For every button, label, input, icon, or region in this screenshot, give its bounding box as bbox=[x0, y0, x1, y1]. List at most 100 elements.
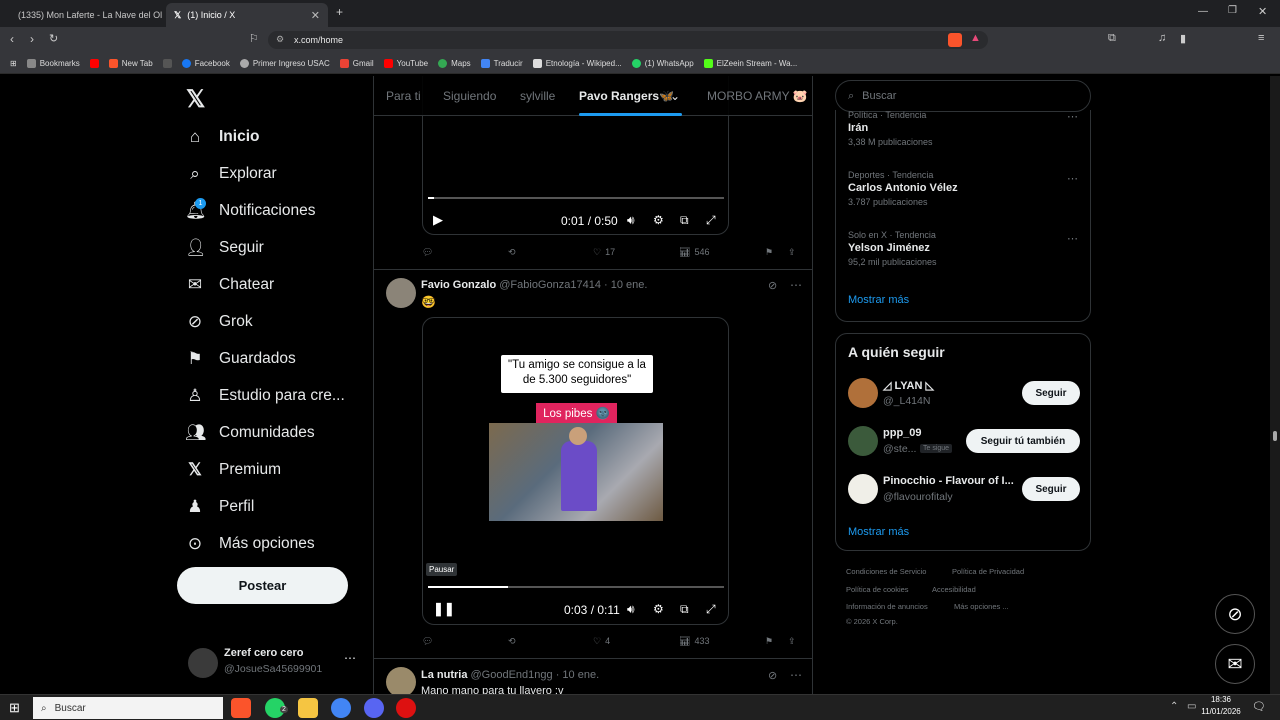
clock-date[interactable]: 11/01/2026 bbox=[1197, 707, 1245, 716]
grok-icon[interactable]: ⊘ bbox=[768, 669, 777, 682]
footer-link[interactable]: Accesibilidad bbox=[932, 585, 976, 594]
close-tab-icon[interactable]: ✕ bbox=[311, 9, 320, 22]
taskbar-search[interactable]: ⌕ Buscar bbox=[33, 697, 223, 719]
notifications-icon[interactable]: 🗨︎ bbox=[1252, 700, 1266, 713]
reload-icon[interactable]: ↻ bbox=[49, 32, 58, 45]
avatar[interactable] bbox=[848, 378, 878, 408]
follow-button[interactable]: Seguir bbox=[1022, 381, 1080, 405]
bookmark-icon[interactable]: ⚑ bbox=[765, 636, 773, 647]
post-date[interactable]: · 10 ene. bbox=[604, 279, 647, 291]
more-icon[interactable]: ⋯ bbox=[1067, 232, 1078, 245]
bookmark-item[interactable]: Facebook bbox=[181, 58, 230, 68]
bookmark-item[interactable]: Traducir bbox=[480, 58, 523, 68]
nav-estudio[interactable]: ♙ Estudio para cre... bbox=[185, 381, 344, 411]
bookmark-item[interactable]: YouTube bbox=[383, 58, 428, 68]
avatar[interactable] bbox=[848, 426, 878, 456]
network-icon[interactable]: ▭ bbox=[1187, 701, 1196, 712]
forward-icon[interactable]: › bbox=[30, 32, 34, 46]
more-icon[interactable]: ⋯ bbox=[790, 278, 802, 292]
back-icon[interactable]: ‹ bbox=[10, 32, 14, 46]
footer-link[interactable]: Política de cookies bbox=[846, 585, 909, 594]
settings-icon[interactable]: ⚙ bbox=[653, 602, 664, 616]
chrome-icon[interactable] bbox=[331, 698, 351, 718]
tab-morbo-army[interactable]: MORBO ARMY 🐷 bbox=[707, 89, 808, 103]
video-progress-track[interactable] bbox=[428, 197, 724, 199]
bookmark-item[interactable] bbox=[89, 58, 99, 68]
footer-link[interactable]: Condiciones de Servicio bbox=[846, 567, 926, 576]
nav-perfil[interactable]: ♟ Perfil bbox=[185, 492, 254, 522]
tab-siguiendo[interactable]: Siguiendo bbox=[443, 89, 496, 103]
nav-premium[interactable]: 𝕏 Premium bbox=[185, 455, 281, 485]
nav-explorar[interactable]: ⌕ Explorar bbox=[185, 159, 276, 189]
repost-icon[interactable]: ⟲ bbox=[508, 636, 516, 647]
new-tab-icon[interactable]: + bbox=[336, 5, 343, 19]
volume-icon[interactable]: 🔊︎ bbox=[627, 602, 635, 617]
nav-grok[interactable]: ⊘ Grok bbox=[185, 307, 253, 337]
pip-icon[interactable]: ⧉ bbox=[680, 213, 689, 228]
bookmark-item[interactable]: Gmail bbox=[339, 58, 374, 68]
share-icon[interactable]: ⇪ bbox=[788, 636, 796, 647]
nav-inicio[interactable]: ⌂ Inicio bbox=[185, 122, 260, 152]
author-name[interactable]: Favio Gonzalo bbox=[421, 279, 496, 291]
grok-icon[interactable]: ⊘ bbox=[768, 279, 777, 292]
url-field[interactable]: ⚙ x.com/home bbox=[268, 31, 988, 49]
nav-comunidades[interactable]: 👥︎ Comunidades bbox=[185, 418, 315, 448]
follow-name[interactable]: ppp_09 bbox=[883, 427, 922, 439]
tab-pavo-rangers[interactable]: Pavo Rangers🦋 bbox=[579, 89, 674, 103]
tab-para-ti[interactable]: Para ti bbox=[386, 89, 421, 103]
views-button[interactable]: 📊︎ 433 bbox=[679, 636, 709, 647]
apps-icon[interactable]: ⊞ bbox=[10, 59, 17, 68]
follow-back-button[interactable]: Seguir tú también bbox=[966, 429, 1080, 453]
messages-icon[interactable]: ✉ bbox=[1215, 644, 1255, 684]
sidebar-icon[interactable]: ▮ bbox=[1180, 32, 1186, 45]
fullscreen-icon[interactable]: ⤢ bbox=[706, 213, 716, 228]
footer-link[interactable]: Más opciones ... bbox=[954, 602, 1009, 611]
scrollbar-thumb[interactable] bbox=[1273, 431, 1277, 441]
more-icon[interactable]: ⋯ bbox=[344, 651, 356, 665]
avatar[interactable] bbox=[386, 278, 416, 308]
bookmark-icon[interactable]: ⚑ bbox=[765, 247, 773, 258]
fullscreen-icon[interactable]: ⤢ bbox=[706, 602, 716, 617]
nav-mas-opciones[interactable]: ⊙ Más opciones bbox=[185, 529, 315, 559]
follow-name[interactable]: ◿ LYAN ◺ bbox=[883, 379, 934, 392]
trend-item[interactable]: Deportes · Tendencia Carlos Antonio Véle… bbox=[848, 170, 1080, 220]
tab-sylville[interactable]: sylville bbox=[520, 89, 555, 103]
extensions-icon[interactable]: ⧉ bbox=[1108, 32, 1116, 45]
play-icon[interactable]: ▶ bbox=[433, 212, 443, 228]
views-button[interactable]: 📊︎ 546 bbox=[679, 247, 709, 258]
brave-shield-icon[interactable] bbox=[948, 33, 962, 47]
bookmark-item[interactable]: Etnología - Wikiped... bbox=[532, 58, 622, 68]
nav-notificaciones[interactable]: 🔔︎ 1 Notificaciones bbox=[185, 196, 316, 226]
tab-x-home[interactable]: 𝕏 (1) Inicio / X ✕ bbox=[166, 3, 328, 27]
show-more-link[interactable]: Mostrar más bbox=[848, 294, 909, 306]
bookmark-item[interactable] bbox=[162, 58, 172, 68]
menu-icon[interactable]: ≡ bbox=[1258, 32, 1264, 44]
bookmark-item[interactable]: (1) WhatsApp bbox=[631, 58, 694, 68]
follow-handle[interactable]: @_L414N bbox=[883, 395, 930, 407]
more-icon[interactable]: ⋯ bbox=[1067, 172, 1078, 185]
like-button[interactable]: ♡ 4 bbox=[593, 636, 610, 647]
nav-guardados[interactable]: ⚑ Guardados bbox=[185, 344, 295, 374]
bookmark-item[interactable]: Maps bbox=[438, 58, 471, 68]
follow-button[interactable]: Seguir bbox=[1022, 477, 1080, 501]
nav-seguir[interactable]: 👤︎ Seguir bbox=[185, 233, 264, 263]
discord-icon[interactable] bbox=[364, 698, 384, 718]
maximize-icon[interactable]: ❐ bbox=[1228, 5, 1237, 16]
tab-youtube[interactable]: (1335) Mon Laferte - La Nave del Ol... bbox=[4, 3, 162, 27]
reply-icon[interactable]: 💬︎ bbox=[422, 247, 433, 258]
show-more-link[interactable]: Mostrar más bbox=[848, 526, 909, 538]
more-icon[interactable]: ⋯ bbox=[1067, 110, 1078, 123]
grok-icon[interactable]: ⊘ bbox=[1215, 594, 1255, 634]
search-input[interactable]: ⌕ Buscar bbox=[835, 80, 1091, 112]
reply-icon[interactable]: 💬︎ bbox=[422, 636, 433, 647]
bookmark-item[interactable]: Primer Ingreso USAC bbox=[239, 58, 330, 68]
trend-item[interactable]: Política · Tendencia Irán 3,38 M publica… bbox=[848, 110, 1080, 160]
brave-rewards-icon[interactable]: ▲ bbox=[970, 32, 981, 44]
follow-handle[interactable]: @ste... bbox=[883, 443, 916, 455]
windows-start-icon[interactable]: ⊞ bbox=[9, 700, 20, 716]
scrollbar[interactable] bbox=[1270, 76, 1280, 694]
trend-item[interactable]: Solo en X · Tendencia Yelson Jiménez 95,… bbox=[848, 230, 1080, 280]
footer-link[interactable]: Política de Privacidad bbox=[952, 567, 1024, 576]
close-window-icon[interactable]: ✕ bbox=[1258, 5, 1267, 18]
nav-chatear[interactable]: ✉ Chatear bbox=[185, 270, 274, 300]
